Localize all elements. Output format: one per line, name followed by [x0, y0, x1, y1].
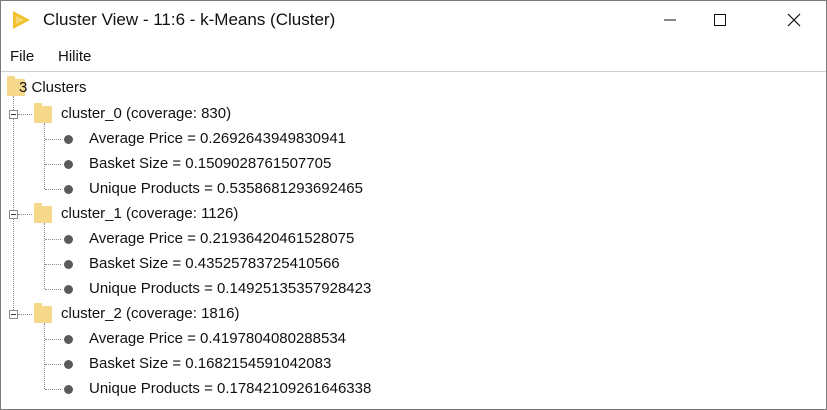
tree-leaf[interactable]: Basket Size = 0.1509028761507705: [1, 152, 501, 176]
cluster-label: cluster_0 (coverage: 830): [61, 105, 232, 122]
menu-hilite[interactable]: Hilite: [58, 48, 91, 65]
collapse-icon[interactable]: [9, 310, 18, 319]
tree-cluster-0[interactable]: cluster_0 (coverage: 830): [1, 102, 301, 126]
tree-leaf[interactable]: Average Price = 0.21936420461528075: [1, 227, 501, 251]
attribute-label: Average Price = 0.21936420461528075: [89, 230, 355, 247]
attribute-label: Unique Products = 0.5358681293692465: [89, 180, 363, 197]
cluster-label: cluster_1 (coverage: 1126): [61, 205, 239, 222]
bullet-icon: [64, 135, 73, 144]
tree-leaf[interactable]: Unique Products = 0.5358681293692465: [1, 177, 501, 201]
tree-connector-line: [45, 339, 61, 340]
title-bar[interactable]: Cluster View - 11:6 - k-Means (Cluster): [1, 1, 826, 41]
attribute-label: Unique Products = 0.14925135357928423: [89, 280, 372, 297]
close-icon: [787, 13, 801, 27]
cluster-label: cluster_2 (coverage: 1816): [61, 305, 240, 322]
folder-icon: [34, 203, 52, 223]
collapse-icon[interactable]: [9, 110, 18, 119]
tree-connector-line: [18, 314, 32, 315]
minimize-icon: [664, 19, 676, 21]
attribute-label: Average Price = 0.4197804080288534: [89, 330, 347, 347]
attribute-label: Unique Products = 0.17842109261646338: [89, 380, 372, 397]
menu-file[interactable]: File: [10, 48, 34, 65]
bullet-icon: [64, 285, 73, 294]
tree-connector-line: [45, 289, 61, 290]
attribute-label: Basket Size = 0.43525783725410566: [89, 255, 340, 272]
tree-connector-line: [18, 114, 32, 115]
folder-icon: [34, 103, 52, 123]
tree-root-label: 3 Clusters: [19, 79, 87, 96]
tree-connector-line: [45, 389, 61, 390]
maximize-button[interactable]: [689, 1, 751, 39]
tree-leaf[interactable]: Basket Size = 0.1682154591042083: [1, 352, 501, 376]
tree-connector-line: [45, 364, 61, 365]
tree-cluster-2[interactable]: cluster_2 (coverage: 1816): [1, 302, 301, 326]
tree-connector-line: [18, 214, 32, 215]
bullet-icon: [64, 260, 73, 269]
close-button[interactable]: [763, 1, 825, 39]
menu-bar: File Hilite: [1, 41, 826, 72]
tree-leaf[interactable]: Unique Products = 0.17842109261646338: [1, 377, 501, 401]
attribute-label: Average Price = 0.2692643949830941: [89, 130, 347, 147]
tree-root[interactable]: 3 Clusters: [1, 76, 301, 100]
bullet-icon: [64, 185, 73, 194]
cluster-view-window: Cluster View - 11:6 - k-Means (Cluster) …: [0, 0, 827, 410]
attribute-label: Basket Size = 0.1509028761507705: [89, 155, 332, 172]
folder-icon: [34, 303, 52, 323]
bullet-icon: [64, 335, 73, 344]
bullet-icon: [64, 360, 73, 369]
window-title: Cluster View - 11:6 - k-Means (Cluster): [43, 10, 336, 29]
bullet-icon: [64, 385, 73, 394]
tree-connector-line: [45, 189, 61, 190]
cluster-tree: 3 Clusters cluster_0 (coverage: 830) Ave…: [1, 72, 826, 409]
tree-cluster-1[interactable]: cluster_1 (coverage: 1126): [1, 202, 301, 226]
knime-triangle-icon: [13, 11, 30, 29]
tree-connector-line: [45, 239, 61, 240]
tree-leaf[interactable]: Basket Size = 0.43525783725410566: [1, 252, 501, 276]
tree-connector-line: [45, 264, 61, 265]
tree-leaf[interactable]: Average Price = 0.2692643949830941: [1, 127, 501, 151]
tree-connector-line: [45, 164, 61, 165]
tree-leaf[interactable]: Unique Products = 0.14925135357928423: [1, 277, 501, 301]
tree-leaf[interactable]: Average Price = 0.4197804080288534: [1, 327, 501, 351]
maximize-icon: [714, 14, 726, 26]
bullet-icon: [64, 160, 73, 169]
attribute-label: Basket Size = 0.1682154591042083: [89, 355, 332, 372]
bullet-icon: [64, 235, 73, 244]
tree-connector-line: [45, 139, 61, 140]
collapse-icon[interactable]: [9, 210, 18, 219]
